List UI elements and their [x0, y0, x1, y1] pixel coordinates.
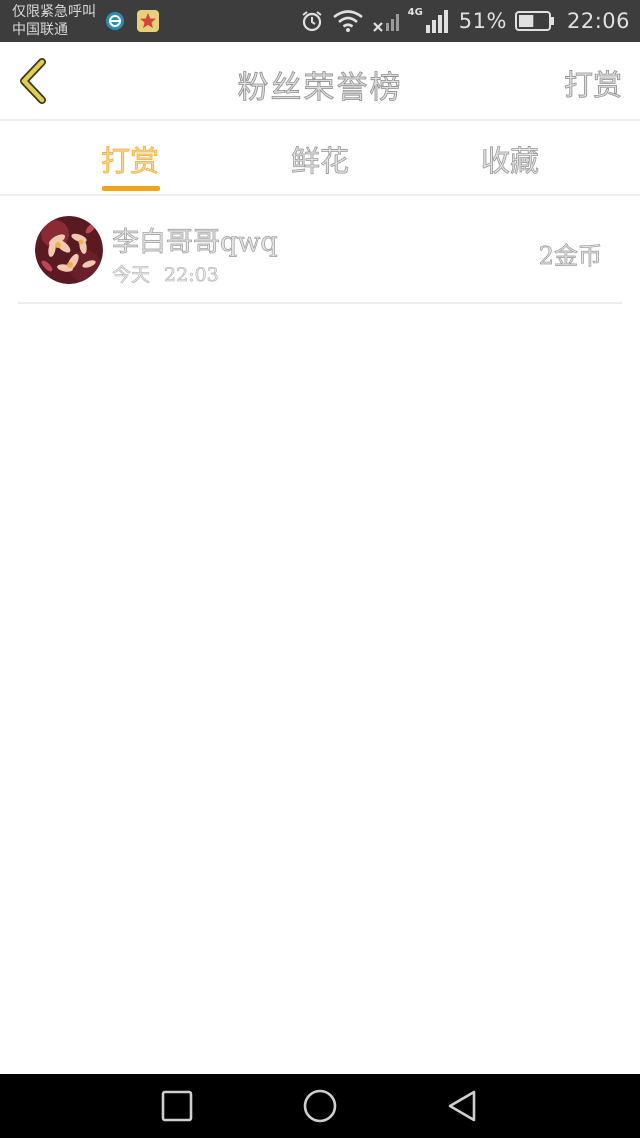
active-tab-indicator: [102, 186, 160, 191]
tab-bar: 打赏 鲜花 收藏: [0, 122, 640, 196]
top-nav-bar: 粉丝荣誉榜 打赏: [0, 42, 640, 121]
no-signal-icon: [372, 14, 399, 32]
battery-icon: [514, 11, 554, 31]
fan-name: 李白哥哥qwq: [112, 227, 278, 259]
tab-favorites[interactable]: 收藏: [450, 138, 570, 180]
wifi-icon: [332, 10, 363, 32]
network-type: 4G: [407, 6, 423, 18]
fan-timestamp: 今天 22:03: [112, 260, 219, 287]
reward-button[interactable]: 打赏: [564, 62, 623, 104]
system-nav-bar: [0, 1074, 640, 1138]
signal-strength-icon: [425, 10, 448, 33]
clock-time: 22:06: [566, 9, 630, 33]
list-item[interactable]: 李白哥哥qwq 今天 22:03 2金币: [18, 198, 622, 304]
page-title: 粉丝荣誉榜: [237, 70, 403, 107]
system-back-icon[interactable]: [444, 1088, 480, 1124]
fan-date: 今天: [112, 264, 151, 287]
tab-flowers[interactable]: 鲜花: [260, 138, 380, 180]
recent-apps-icon[interactable]: [159, 1088, 195, 1124]
app-screen: 仅限紧急呼叫 中国联通 4G 51% 22:06 粉丝荣誉榜 打赏 打赏 鲜花 …: [0, 0, 640, 1138]
status-bar: 仅限紧急呼叫 中国联通 4G 51% 22:06: [0, 0, 640, 42]
tab-reward[interactable]: 打赏: [70, 138, 190, 180]
fan-list: 李白哥哥qwq 今天 22:03 2金币: [0, 198, 640, 304]
alarm-icon: [302, 11, 322, 32]
carrier-line-1: 仅限紧急呼叫: [12, 4, 96, 20]
carrier-line-2: 中国联通: [12, 22, 68, 38]
fan-time: 22:03: [164, 264, 219, 287]
reward-amount: 2金币: [538, 242, 602, 271]
avatar[interactable]: [35, 216, 103, 284]
home-icon[interactable]: [302, 1088, 338, 1124]
browser-notification-icon: [106, 12, 124, 30]
star-notification-icon: [137, 10, 159, 32]
status-icons: 4G 51% 22:06: [300, 0, 630, 42]
carrier-info: 仅限紧急呼叫 中国联通: [12, 3, 96, 39]
battery-percent: 51%: [458, 9, 507, 33]
